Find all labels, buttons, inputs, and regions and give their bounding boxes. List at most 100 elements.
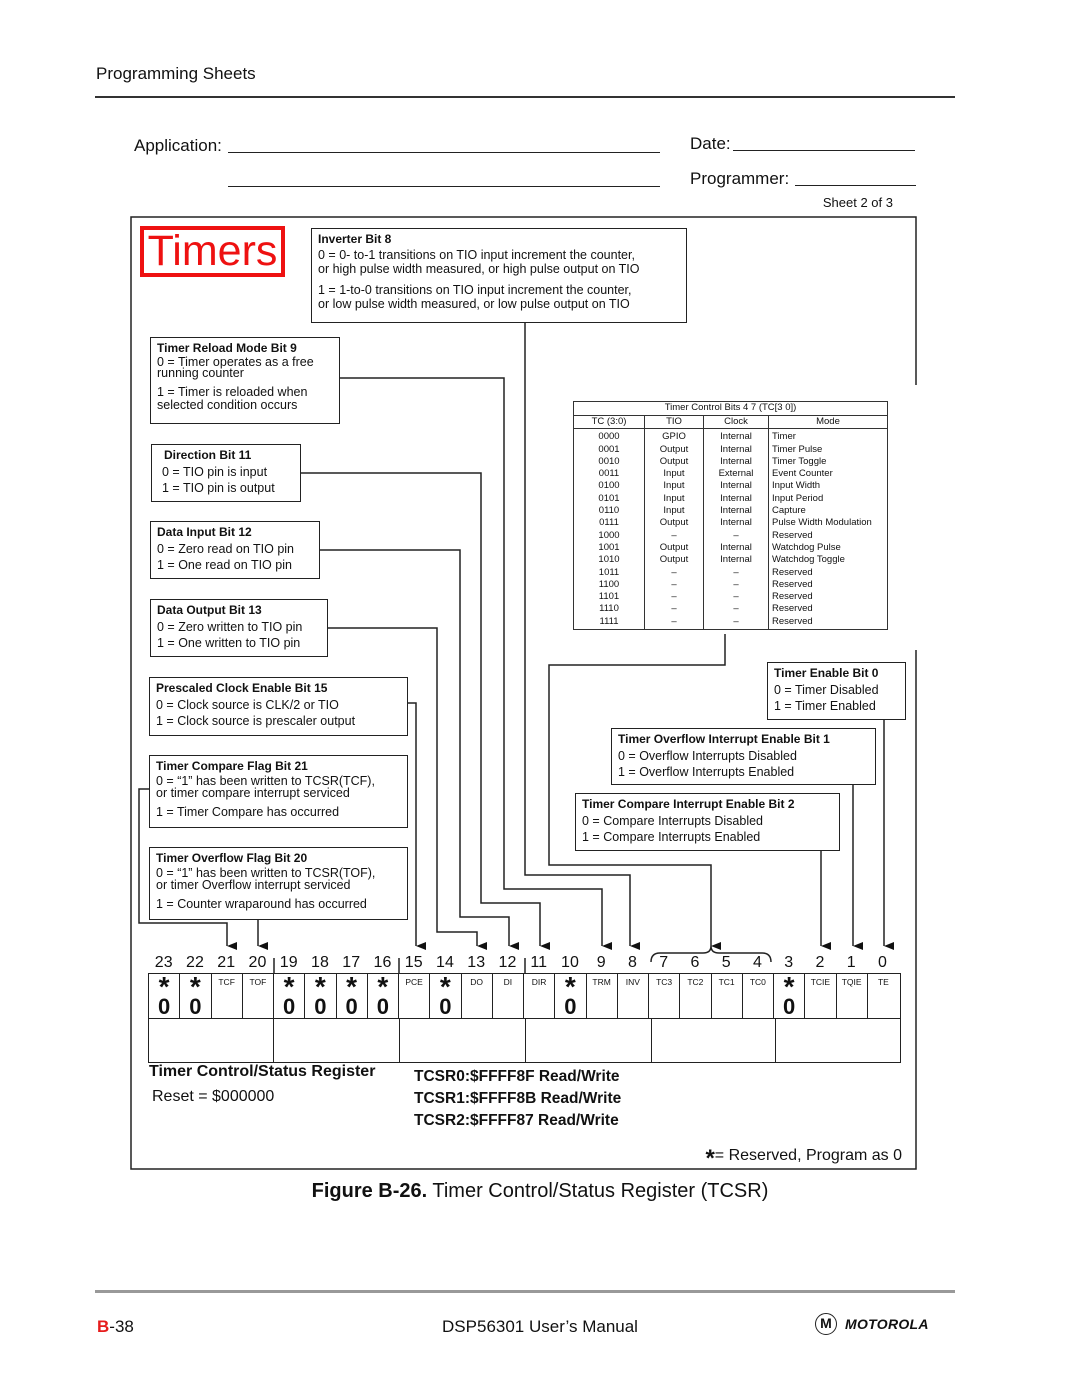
box-line: 1 = Overflow Interrupts Enabled bbox=[618, 765, 795, 779]
tc-code-cell: 1110 bbox=[573, 603, 645, 616]
table-row: 1001 Output Internal Watchdog Pulse bbox=[573, 541, 888, 555]
box-title: Timer Enable Bit 0 bbox=[774, 666, 879, 680]
bit-name: TCIE bbox=[810, 977, 831, 987]
bit-cell-tc1[interactable]: TC1 bbox=[712, 974, 743, 1018]
tc-code-cell: 0011 bbox=[573, 468, 645, 481]
box-title: Inverter Bit 8 bbox=[318, 232, 392, 246]
box-title: Data Output Bit 13 bbox=[157, 603, 262, 617]
tio-cell: Input bbox=[644, 505, 704, 518]
write-group-7-4[interactable] bbox=[651, 1018, 776, 1062]
box-line: 1 = Clock source is prescaler output bbox=[156, 714, 356, 728]
mode-cell: Input Width bbox=[768, 480, 888, 493]
box-line: 0 = Compare Interrupts Disabled bbox=[582, 814, 763, 828]
table-caption: Timer Control Bits 4 7 (TC[3 0]) bbox=[573, 401, 888, 416]
bit-number: 23 bbox=[154, 954, 173, 971]
mode-cell: Reserved bbox=[768, 591, 888, 604]
reserved-bit-cell[interactable]: * 0 bbox=[555, 973, 587, 1019]
reserved-bit-cell[interactable]: * 0 bbox=[180, 973, 212, 1019]
bit-cell-tc0[interactable]: TC0 bbox=[743, 974, 774, 1018]
mode-cell: Watchdog Pulse bbox=[768, 541, 888, 555]
tc-code-cell: 0001 bbox=[573, 443, 645, 456]
bit-cell-di[interactable]: DI bbox=[493, 974, 524, 1018]
timer-compare-flag-box: Timer Compare Flag Bit 21 0 = “1” has be… bbox=[149, 755, 408, 828]
register-address-tcsr2: TCSR2:$FFFF87 Read/Write bbox=[414, 1112, 619, 1129]
bit-cell-tof[interactable]: TOF bbox=[243, 974, 274, 1018]
mode-cell: Reserved bbox=[768, 578, 888, 592]
reserved-bit-cell[interactable]: * 0 bbox=[274, 973, 306, 1018]
bit-cell-tc2[interactable]: TC2 bbox=[680, 974, 712, 1018]
register-address-tcsr1: TCSR1:$FFFF8B Read/Write bbox=[414, 1090, 622, 1107]
bit-name: DIR bbox=[531, 977, 547, 987]
box-title: Timer Reload Mode Bit 9 bbox=[157, 341, 297, 355]
box-title: Prescaled Clock Enable Bit 15 bbox=[156, 681, 328, 695]
bit-number: 22 bbox=[186, 954, 204, 971]
write-group-23-20[interactable] bbox=[149, 1018, 274, 1062]
bit-number: 7 bbox=[659, 954, 669, 971]
bit-cell-pce[interactable]: PCE bbox=[399, 974, 431, 1018]
tc-code-cell: 1111 bbox=[573, 615, 645, 631]
tio-cell: Output bbox=[644, 554, 704, 567]
bit-name: TE bbox=[877, 977, 889, 987]
box-line: 1 = One read on TIO pin bbox=[157, 558, 292, 572]
box-line: 0 = 0- to-1 transitions on TIO input inc… bbox=[318, 248, 635, 262]
reserved-value: 0 bbox=[564, 994, 577, 1019]
table-row: 0100 Input Internal Input Width bbox=[573, 480, 888, 493]
tio-cell: Output bbox=[644, 517, 704, 530]
bit-cell-tcf[interactable]: TCF bbox=[212, 974, 243, 1018]
bit-number: 10 bbox=[561, 954, 579, 971]
mode-cell: Reserved bbox=[768, 615, 888, 631]
figure-caption: Figure B-26. Timer Control/Status Regist… bbox=[0, 1180, 1080, 1203]
bit-name: DI bbox=[503, 977, 513, 987]
prescaled-clock-enable-box: Prescaled Clock Enable Bit 15 0 = Clock … bbox=[149, 677, 408, 736]
box-line: or timer Overflow interrupt serviced bbox=[156, 878, 351, 892]
reserved-bit-cell[interactable]: * 0 bbox=[149, 973, 181, 1018]
bit-cell-tc3[interactable]: TC3 bbox=[649, 974, 681, 1018]
bit-number: 13 bbox=[467, 954, 486, 971]
table-row: 0010 Output Internal Timer Toggle bbox=[573, 455, 888, 469]
bit-number: 14 bbox=[436, 954, 454, 971]
bit-number: 3 bbox=[784, 954, 794, 971]
bit-name: PCE bbox=[405, 977, 423, 987]
reserved-bit-cell[interactable]: * 0 bbox=[337, 973, 368, 1019]
bit-cell-te[interactable]: TE bbox=[868, 974, 899, 1018]
bit-cell-tcie[interactable]: TCIE bbox=[805, 974, 837, 1018]
clock-cell: Internal bbox=[703, 428, 769, 444]
reserved-value: 0 bbox=[345, 994, 358, 1019]
clock-cell: Internal bbox=[703, 480, 769, 493]
reserved-value: 0 bbox=[189, 994, 202, 1019]
bit-cell-tqie[interactable]: TQIE bbox=[837, 974, 868, 1018]
tio-cell: GPIO bbox=[644, 428, 704, 444]
box-line: 1 = 1-to-0 transitions on TIO input incr… bbox=[318, 283, 632, 297]
write-group-15-12[interactable] bbox=[399, 1018, 526, 1062]
tio-cell: Output bbox=[644, 455, 704, 469]
tc-code-cell: 0000 bbox=[573, 428, 645, 444]
write-group-19-16[interactable] bbox=[273, 1018, 400, 1062]
table-row: 1000– – Reserved bbox=[573, 529, 888, 542]
data-input-bit-box: Data Input Bit 12 0 = Zero read on TIO p… bbox=[150, 521, 320, 579]
bit-cell-trm[interactable]: TRM bbox=[587, 974, 618, 1018]
data-output-bit-box: Data Output Bit 13 0 = Zero written to T… bbox=[150, 599, 328, 657]
bit-number: 4 bbox=[752, 954, 762, 971]
motorola-logo: M MOTOROLA bbox=[815, 1313, 929, 1335]
bit-number: 0 bbox=[877, 954, 887, 971]
table-row: 0000 GPIO Internal Timer bbox=[573, 428, 888, 444]
box-title: Data Input Bit 12 bbox=[157, 525, 252, 539]
clock-cell: Internal bbox=[703, 554, 769, 567]
bit-name: DO bbox=[470, 977, 483, 987]
table-row: 0011 Input External Event Counter bbox=[573, 468, 888, 481]
bit-cell-inv[interactable]: INV bbox=[618, 974, 649, 1018]
bit-cell-do[interactable]: DO bbox=[462, 974, 493, 1018]
reserved-bit-cell[interactable]: * 0 bbox=[305, 973, 337, 1018]
tc-code-cell: 0110 bbox=[573, 505, 645, 518]
bit-cell-dir[interactable]: DIR bbox=[524, 974, 556, 1018]
bit-name: TCF bbox=[218, 977, 235, 987]
reserved-bit-cell[interactable]: * 0 bbox=[774, 973, 806, 1018]
wire-bit7-4 bbox=[548, 634, 726, 950]
tc-code-cell: 1000 bbox=[573, 529, 645, 542]
reserved-bit-cell[interactable]: * 0 bbox=[430, 973, 462, 1018]
reserved-bit-cell[interactable]: * 0 bbox=[368, 973, 399, 1018]
write-group-11-8[interactable] bbox=[525, 1018, 652, 1062]
direction-bit-box: Direction Bit 11 0 = TIO pin is input 1 … bbox=[151, 444, 301, 502]
tio-cell: – bbox=[644, 529, 704, 542]
bit-number: 2 bbox=[815, 954, 825, 971]
